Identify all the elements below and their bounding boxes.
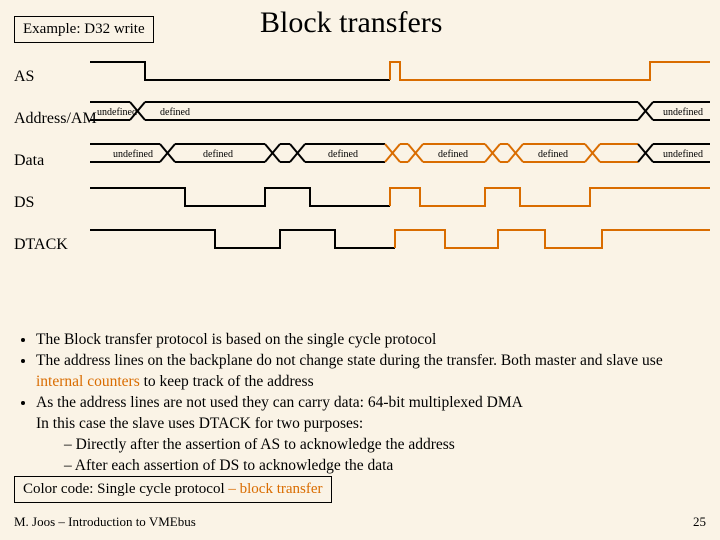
- seg-def: defined: [538, 149, 568, 160]
- signal-label-addr: Address/AM: [14, 110, 97, 128]
- footer-text: M. Joos – Introduction to VMEbus: [14, 514, 196, 530]
- bullet-2: The address lines on the backplane do no…: [36, 351, 706, 393]
- signal-label-dtack: DTACK: [14, 236, 68, 254]
- waveform-dtack: [90, 228, 710, 252]
- signal-label-ds: DS: [14, 194, 34, 212]
- seg-def: defined: [438, 149, 468, 160]
- bullet-list: The Block transfer protocol is based on …: [14, 330, 706, 476]
- bullet-3-sub-2: After each assertion of DS to acknowledg…: [64, 456, 706, 477]
- example-label-box: Example: D32 write: [14, 16, 154, 43]
- waveform-ds: [90, 186, 710, 210]
- signal-label-as: AS: [14, 68, 34, 86]
- seg-undef: undefined: [663, 149, 703, 160]
- seg-undef: undefined: [663, 107, 703, 118]
- bullet-3-sub-1: Directly after the assertion of AS to ac…: [64, 435, 706, 456]
- bullet-1: The Block transfer protocol is based on …: [36, 330, 706, 351]
- page-number: 25: [693, 514, 706, 530]
- seg-undef: undefined: [97, 107, 137, 118]
- waveform-addr: undefined defined undefined: [90, 100, 710, 124]
- waveform-data: undefined defined defined defined define…: [90, 142, 710, 166]
- color-code-box: Color code: Single cycle protocol – bloc…: [14, 476, 332, 503]
- page-title: Block transfers: [260, 6, 442, 40]
- seg-def: defined: [328, 149, 358, 160]
- signal-label-data: Data: [14, 152, 44, 170]
- seg-def: defined: [160, 107, 190, 118]
- seg-def: defined: [203, 149, 233, 160]
- waveform-as: [90, 60, 710, 84]
- bullet-3: As the address lines are not used they c…: [36, 393, 706, 477]
- seg-undef: undefined: [113, 149, 153, 160]
